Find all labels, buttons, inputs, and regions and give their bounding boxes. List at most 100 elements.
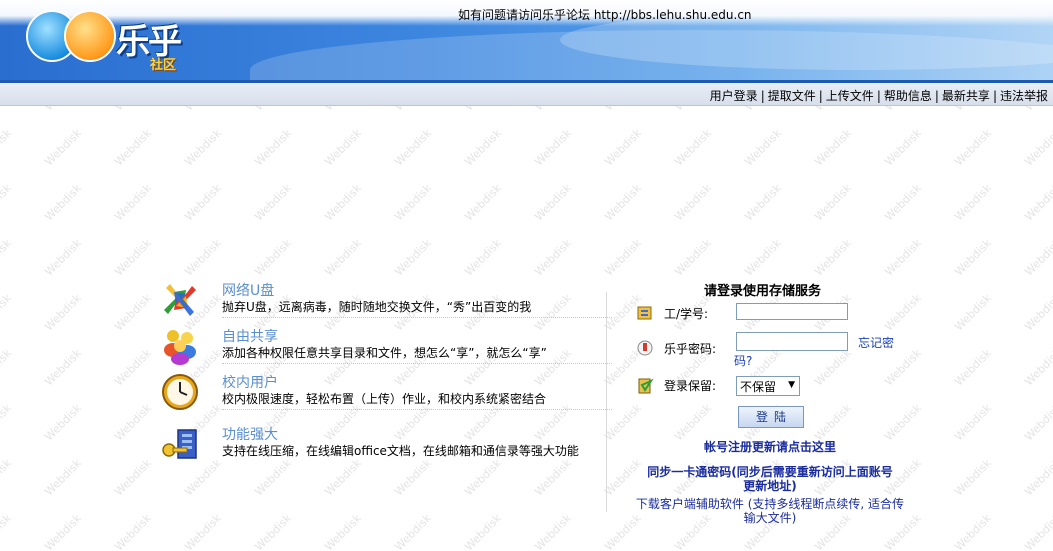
watermark-text: Webdisk <box>952 291 994 334</box>
watermark-text: Webdisk <box>532 291 574 334</box>
nav-separator: | <box>876 89 881 103</box>
watermark-text: Webdisk <box>392 126 434 169</box>
id-card-icon <box>637 306 652 320</box>
watermark-text: Webdisk <box>42 126 84 169</box>
download-client-link-cont[interactable]: 输大文件) <box>620 509 920 526</box>
nav-login[interactable]: 用户登录 <box>710 89 758 103</box>
watermark-text: Webdisk <box>42 291 84 334</box>
watermark-text: Webdisk <box>0 181 14 224</box>
nav-help[interactable]: 帮助信息 <box>884 89 932 103</box>
password-icon <box>637 340 653 356</box>
keep-login-select[interactable]: 不保留 ▼ <box>736 376 800 396</box>
watermark-text: Webdisk <box>462 126 504 169</box>
forgot-password-link[interactable]: 忘记密 <box>858 335 894 352</box>
watermark-text: Webdisk <box>0 456 14 499</box>
watermark-text: Webdisk <box>42 106 84 113</box>
watermark-text: Webdisk <box>532 456 574 499</box>
watermark-text: Webdisk <box>882 181 924 224</box>
watermark-text: Webdisk <box>882 126 924 169</box>
watermark-text: Webdisk <box>952 456 994 499</box>
site-logo[interactable]: 乐乎 社区 <box>26 8 201 74</box>
watermark-text: Webdisk <box>112 236 154 279</box>
watermark-text: Webdisk <box>392 236 434 279</box>
watermark-text: Webdisk <box>462 236 504 279</box>
watermark-text: Webdisk <box>812 236 854 279</box>
feature-description: 支持在线压缩，在线编辑office文档，在线邮箱和通信录等强大功能 <box>222 444 579 458</box>
header-banner: 乐乎 社区 如有问题请访问乐乎论坛 http://bbs.lehu.shu.ed… <box>0 0 1053 80</box>
password-input[interactable] <box>736 332 848 351</box>
watermark-text: Webdisk <box>1022 456 1053 499</box>
watermark-text: Webdisk <box>252 126 294 169</box>
watermark-text: Webdisk <box>462 106 504 113</box>
watermark-text: Webdisk <box>252 181 294 224</box>
feature-title[interactable]: 功能强大 <box>222 424 278 444</box>
password-label: 乐乎密码: <box>664 342 717 356</box>
nav-fetch-file[interactable]: 提取文件 <box>768 89 816 103</box>
nav-separator: | <box>992 89 997 103</box>
watermark-text: Webdisk <box>252 106 294 113</box>
feature-title[interactable]: 网络U盘 <box>222 280 274 300</box>
watermark-text: Webdisk <box>392 106 434 113</box>
watermark-text: Webdisk <box>322 236 364 279</box>
watermark-text: Webdisk <box>0 511 14 551</box>
feature-title[interactable]: 校内用户 <box>222 372 278 392</box>
watermark-text: Webdisk <box>812 126 854 169</box>
users-group-icon <box>164 330 196 365</box>
watermark-text: Webdisk <box>0 401 14 444</box>
watermark-text: Webdisk <box>0 346 14 389</box>
watermark-text: Webdisk <box>42 401 84 444</box>
forgot-password-link-cont[interactable]: 码? <box>734 353 752 370</box>
watermark-text: Webdisk <box>952 106 994 113</box>
watermark-text: Webdisk <box>1022 346 1053 389</box>
forum-notice: 如有问题请访问乐乎论坛 http://bbs.lehu.shu.edu.cn <box>458 8 752 22</box>
watermark-text: Webdisk <box>742 181 784 224</box>
nav-report[interactable]: 违法举报 <box>1000 89 1048 103</box>
feature-description: 校内极限速度，轻松布置（上传）作业，和校内系统紧密结合 <box>222 392 547 406</box>
feature-divider <box>222 363 612 364</box>
nav-upload-file[interactable]: 上传文件 <box>826 89 874 103</box>
logo-subtext: 社区 <box>150 58 177 73</box>
watermark-text: Webdisk <box>112 126 154 169</box>
watermark-text: Webdisk <box>462 456 504 499</box>
watermark-text: Webdisk <box>532 106 574 113</box>
nav-separator: | <box>818 89 823 103</box>
keep-login-icon <box>638 378 654 394</box>
feature-title[interactable]: 自由共享 <box>222 326 278 346</box>
watermark-text: Webdisk <box>112 456 154 499</box>
feature-divider <box>222 409 612 410</box>
watermark-text: Webdisk <box>532 511 574 551</box>
watermark-text: Webdisk <box>0 236 14 279</box>
register-link[interactable]: 帐号注册更新请点击这里 <box>620 438 920 455</box>
watermark-text: Webdisk <box>112 181 154 224</box>
watermark-text: Webdisk <box>322 401 364 444</box>
watermark-text: Webdisk <box>42 511 84 551</box>
sync-card-password-link-cont[interactable]: 更新地址) <box>620 477 920 494</box>
watermark-text: Webdisk <box>672 126 714 169</box>
id-input[interactable] <box>736 303 848 320</box>
feature-description: 抛弃U盘，远离病毒，随时随地交换文件，“秀”出百变的我 <box>222 300 532 314</box>
watermark-text: Webdisk <box>602 106 644 113</box>
watermark-text: Webdisk <box>322 456 364 499</box>
watermark-text: Webdisk <box>1022 511 1053 551</box>
watermark-text: Webdisk <box>882 236 924 279</box>
watermark-text: Webdisk <box>952 511 994 551</box>
key-tools-icon <box>162 429 197 459</box>
watermark-text: Webdisk <box>952 401 994 444</box>
watermark-text: Webdisk <box>0 106 14 113</box>
watermark-text: Webdisk <box>812 346 854 389</box>
watermark-text: Webdisk <box>532 401 574 444</box>
watermark-text: Webdisk <box>672 106 714 113</box>
nav-latest-shares[interactable]: 最新共享 <box>942 89 990 103</box>
watermark-text: Webdisk <box>392 456 434 499</box>
watermark-text: Webdisk <box>1022 106 1053 113</box>
watermark-text: Webdisk <box>812 181 854 224</box>
logo-orange-face-icon <box>64 10 116 62</box>
id-label: 工/学号: <box>664 307 709 321</box>
watermark-text: Webdisk <box>392 181 434 224</box>
top-nav: 用户登录 | 提取文件 | 上传文件 | 帮助信息 | 最新共享 | 违法举报 <box>710 87 1048 104</box>
watermark-text: Webdisk <box>462 181 504 224</box>
login-button[interactable]: 登陆 <box>738 406 804 428</box>
watermark-text: Webdisk <box>182 236 224 279</box>
watermark-text: Webdisk <box>112 401 154 444</box>
watermark-text: Webdisk <box>112 511 154 551</box>
